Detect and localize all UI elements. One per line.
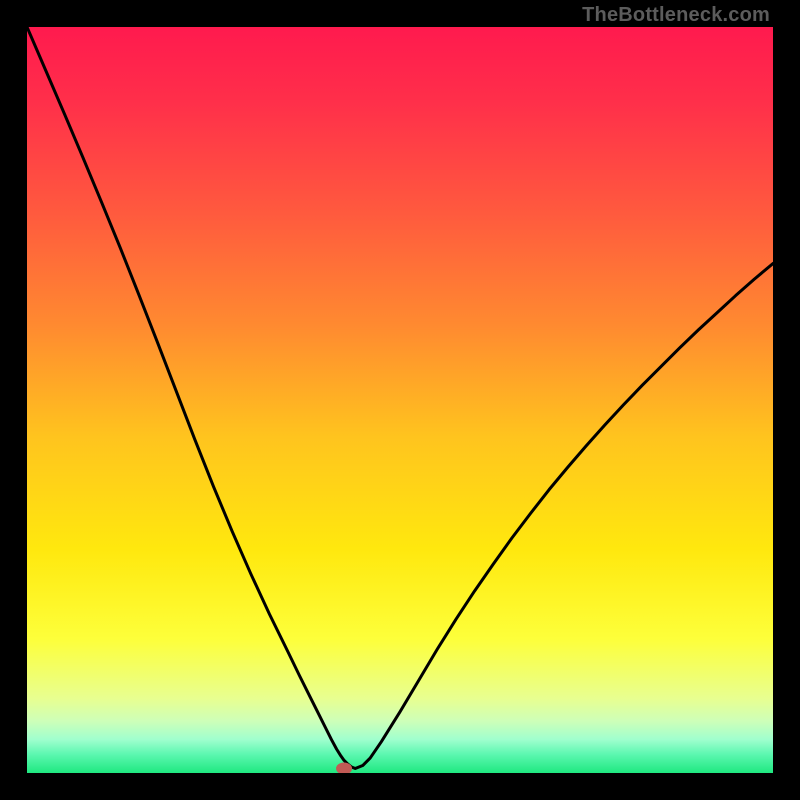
watermark-text: TheBottleneck.com — [582, 4, 770, 27]
bottleneck-curve-chart — [27, 27, 773, 773]
chart-frame: TheBottleneck.com — [0, 0, 800, 800]
chart-gradient-bg — [27, 27, 773, 773]
